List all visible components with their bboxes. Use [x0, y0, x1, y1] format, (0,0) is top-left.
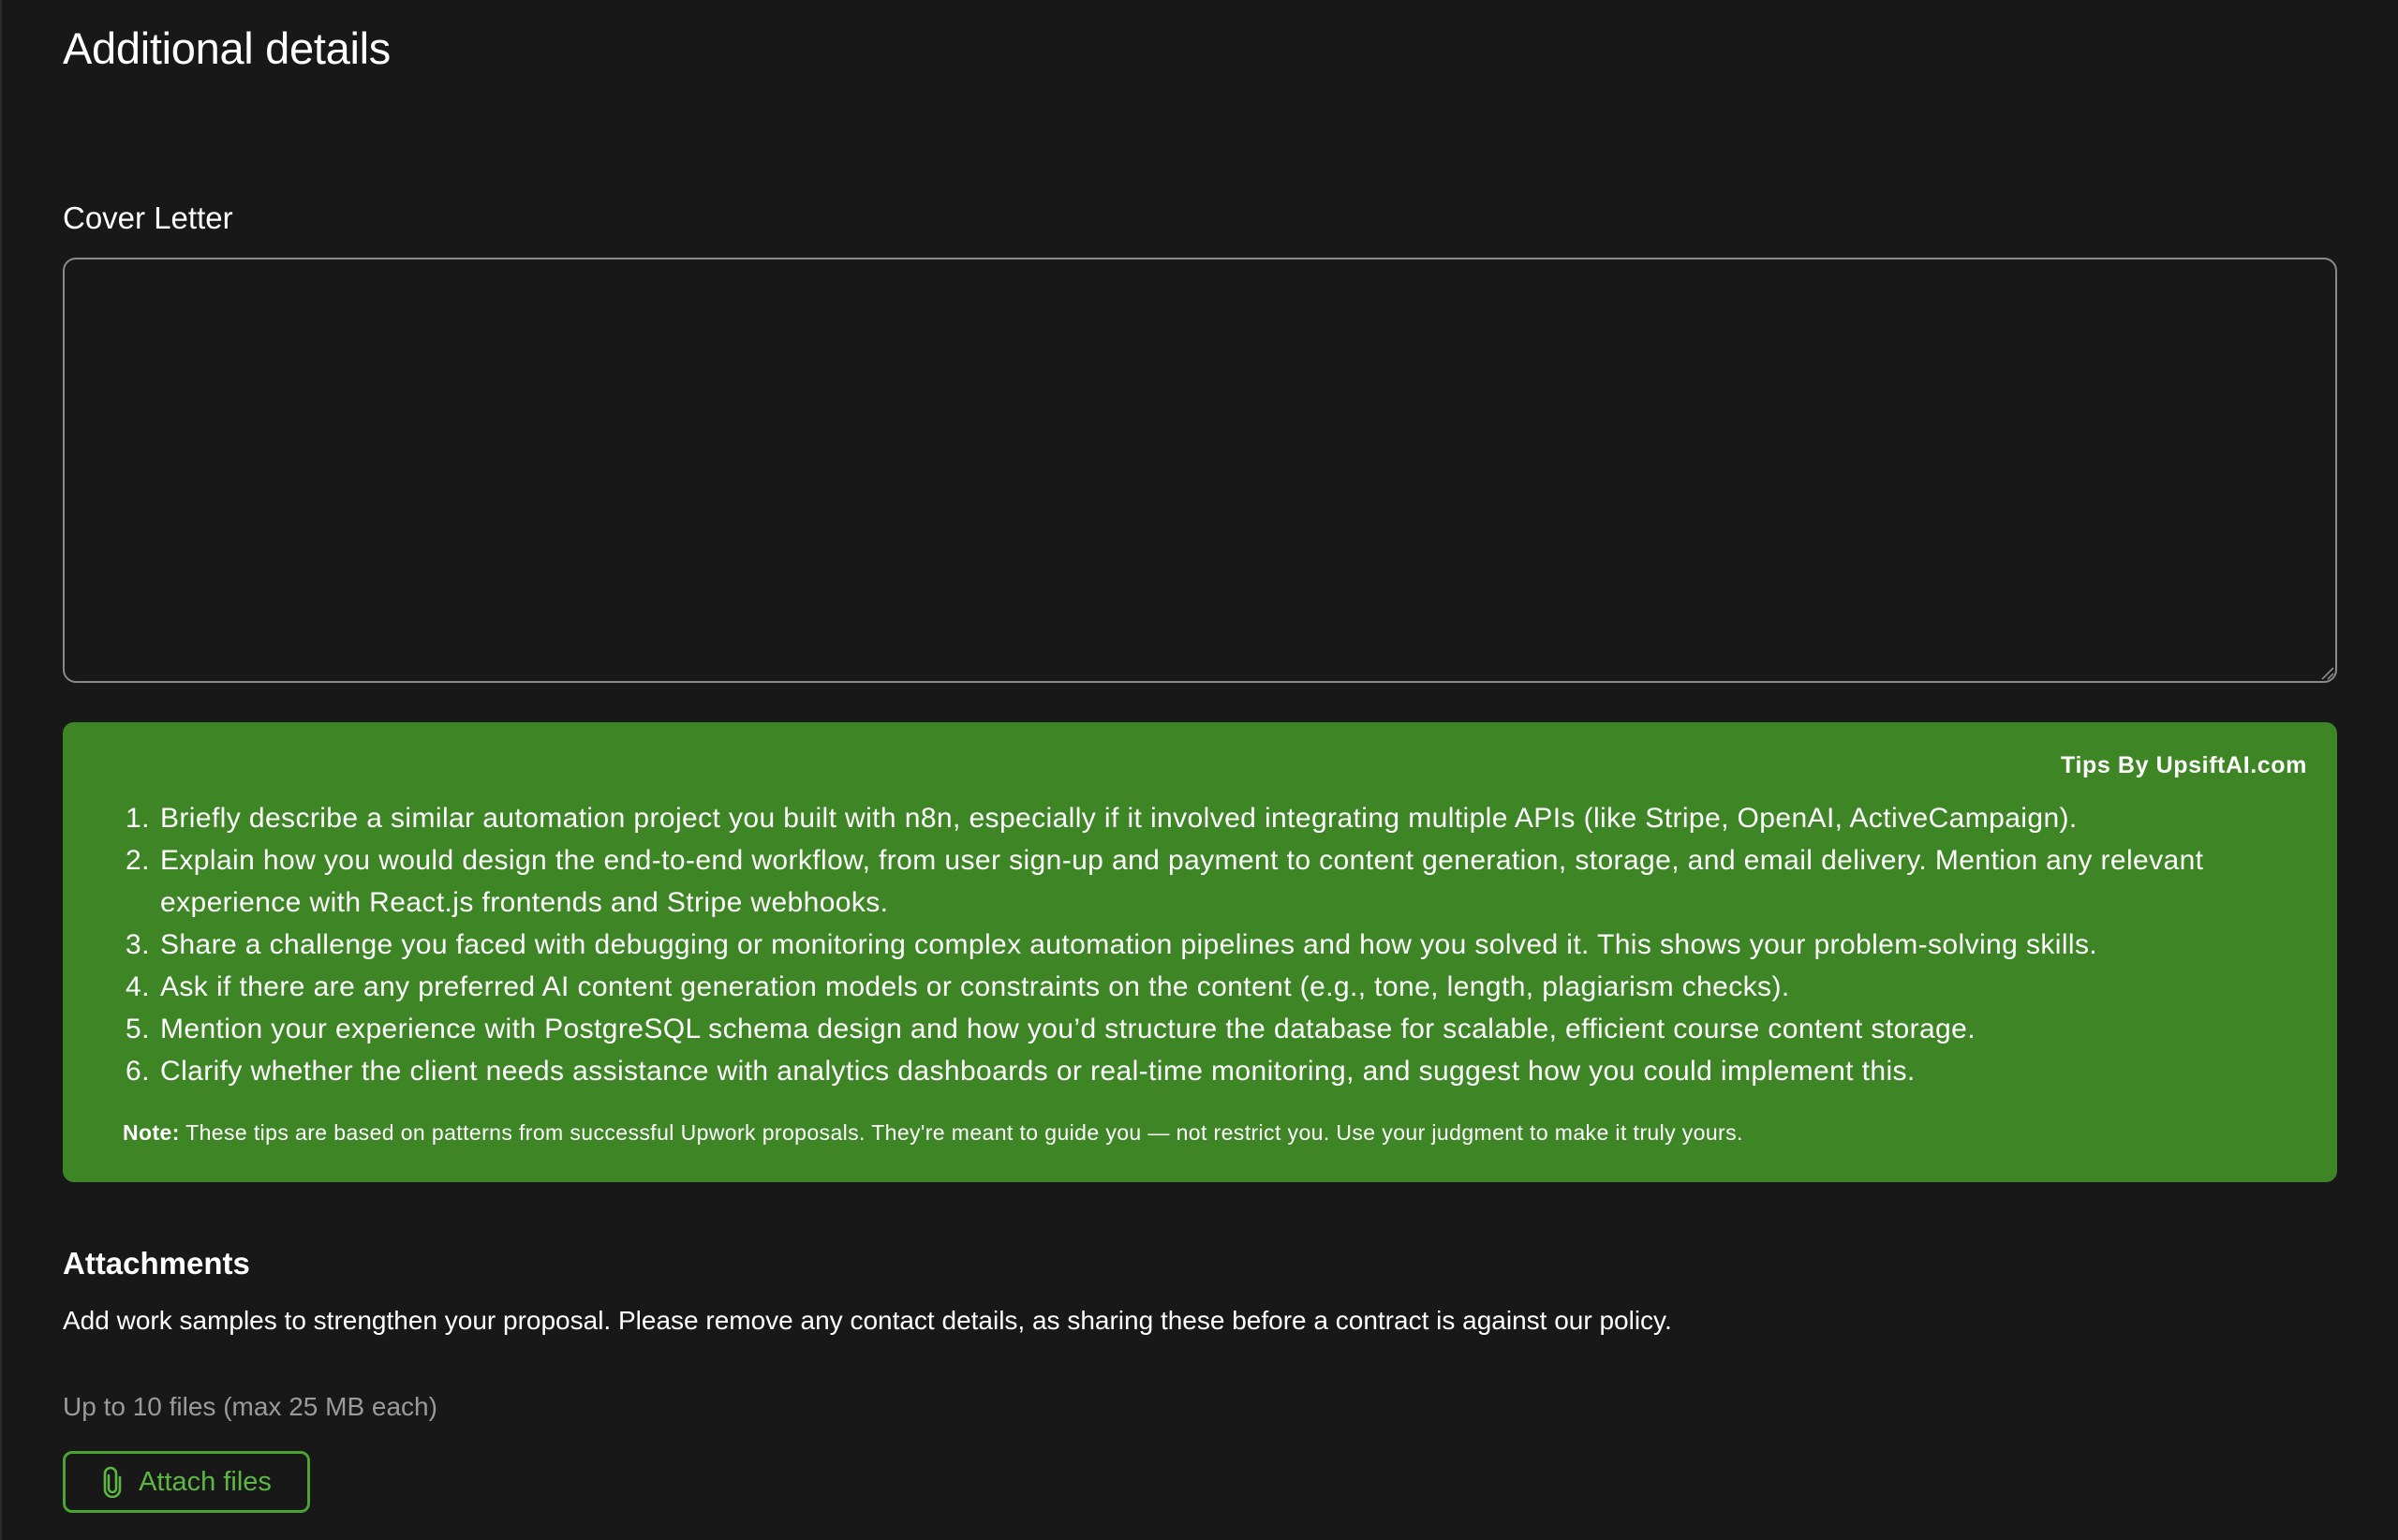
tips-note: Note: These tips are based on patterns f… [123, 1120, 1743, 1146]
tips-panel: Tips By UpsiftAI.com 1. Briefly describe … [63, 722, 2337, 1182]
tip-text: Explain how you would design the end-to-… [160, 845, 2204, 918]
tip-number: 3. [126, 929, 150, 960]
additional-details-page: Additional details Cover Letter Tips By … [0, 0, 2398, 1540]
tip-item: 6. Clarify whether the client needs assis… [126, 1050, 2225, 1092]
tip-number: 1. [126, 803, 150, 834]
tips-note-label: Note: [123, 1120, 180, 1145]
resize-grip-icon[interactable] [2319, 665, 2334, 680]
tips-brand: Tips By UpsiftAI.com [2061, 752, 2307, 778]
paperclip-icon [101, 1466, 124, 1498]
tip-text: Mention your experience with PostgreSQL … [160, 1014, 1976, 1044]
tip-text: Clarify whether the client needs assista… [160, 1056, 1916, 1087]
tip-text: Briefly describe a similar automation pr… [160, 803, 2078, 834]
tip-item: 3. Share a challenge you faced with debug… [126, 924, 2225, 966]
cover-letter-label: Cover Letter [63, 200, 233, 235]
tip-number: 2. [126, 845, 150, 876]
tips-list: 1. Briefly describe a similar automation … [63, 797, 2337, 1092]
attachments-description: Add work samples to strengthen your prop… [63, 1306, 1672, 1335]
attachments-limit: Up to 10 files (max 25 MB each) [63, 1392, 437, 1421]
tip-number: 6. [126, 1056, 150, 1087]
tip-text: Ask if there are any preferred AI conten… [160, 971, 1790, 1002]
tip-text: Share a challenge you faced with debuggi… [160, 929, 2098, 960]
tip-item: 2. Explain how you would design the end-t… [126, 839, 2225, 924]
tip-number: 5. [126, 1014, 150, 1044]
cover-letter-textarea[interactable] [63, 258, 2337, 683]
tip-number: 4. [126, 971, 150, 1002]
attach-files-label: Attach files [139, 1466, 272, 1497]
attachments-title: Attachments [63, 1246, 250, 1281]
tip-item: 4. Ask if there are any preferred AI cont… [126, 966, 2225, 1008]
tips-note-text: These tips are based on patterns from su… [179, 1120, 1743, 1145]
tip-item: 5. Mention your experience with PostgreSQ… [126, 1008, 2225, 1050]
attach-files-button[interactable]: Attach files [63, 1451, 310, 1513]
tip-item: 1. Briefly describe a similar automation … [126, 797, 2225, 839]
section-title: Additional details [63, 23, 391, 73]
